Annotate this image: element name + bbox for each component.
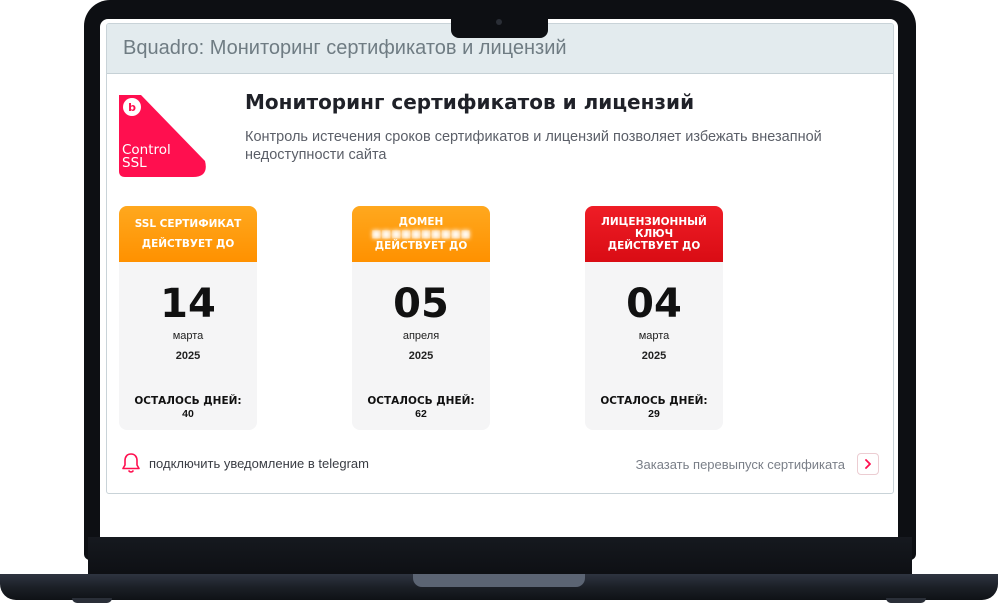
- reissue-certificate-link[interactable]: Заказать перевыпуск сертификата: [636, 453, 879, 475]
- days-left-count: 29: [648, 408, 660, 420]
- expiry-month: марта: [638, 330, 670, 342]
- card-header-subtitle: ДЕЙСТВУЕТ ДО: [374, 240, 468, 252]
- expiry-month: марта: [172, 330, 204, 342]
- card-header: SSL СЕРТИФИКАТ ДЕЙСТВУЕТ ДО: [119, 206, 257, 262]
- card-header-title: ЛИЦЕНЗИОННЫЙ: [601, 216, 707, 228]
- card-header: ДОМЕН ■■■■■■■■■■ ДЕЙСТВУЕТ ДО: [352, 206, 490, 262]
- expiry-day: 04: [626, 281, 682, 327]
- laptop-foot-left: [72, 598, 112, 603]
- expiry-year: 2025: [408, 350, 434, 362]
- days-left-count: 62: [415, 408, 427, 420]
- blurred-domain-name: ■■■■■■■■■■: [371, 228, 471, 240]
- laptop-base-notch: [413, 574, 585, 587]
- days-left-label: ОСТАЛОСЬ ДНЕЙ:: [367, 395, 475, 407]
- laptop-foot-right: [886, 598, 926, 603]
- days-left-count: 40: [182, 408, 194, 420]
- telegram-link-label[interactable]: подключить уведомление в telegram: [149, 456, 369, 471]
- camera-notch: [451, 14, 548, 38]
- domain-card: ДОМЕН ■■■■■■■■■■ ДЕЙСТВУЕТ ДО 05 апреля …: [352, 206, 490, 430]
- expiry-year: 2025: [175, 350, 201, 362]
- card-header-title-2: КЛЮЧ: [634, 228, 674, 240]
- camera-icon: [496, 19, 502, 25]
- logo-line-2: SSL: [122, 155, 147, 171]
- card-header-subtitle: ДЕЙСТВУЕТ ДО: [607, 240, 701, 252]
- license-key-card: ЛИЦЕНЗИОННЫЙ КЛЮЧ ДЕЙСТВУЕТ ДО 04 марта …: [585, 206, 723, 430]
- card-header-title: ДОМЕН: [398, 216, 444, 228]
- reissue-link-label[interactable]: Заказать перевыпуск сертификата: [636, 457, 845, 472]
- expiry-month: апреля: [402, 330, 440, 342]
- logo-badge: b: [128, 101, 136, 114]
- expiry-year: 2025: [641, 350, 667, 362]
- page-title: Мониторинг сертификатов и лицензий: [245, 90, 695, 114]
- card-header-title: SSL СЕРТИФИКАТ: [134, 218, 242, 230]
- card-header-subtitle: ДЕЙСТВУЕТ ДО: [141, 238, 235, 250]
- card-header: ЛИЦЕНЗИОННЫЙ КЛЮЧ ДЕЙСТВУЕТ ДО: [585, 206, 723, 262]
- expiry-day: 05: [393, 281, 449, 327]
- monitoring-widget: Bquadro: Мониторинг сертификатов и лицен…: [106, 23, 894, 494]
- ssl-certificate-card: SSL СЕРТИФИКАТ ДЕЙСТВУЕТ ДО 14 марта 202…: [119, 206, 257, 430]
- laptop-hinge: [88, 537, 912, 577]
- days-left-label: ОСТАЛОСЬ ДНЕЙ:: [134, 395, 242, 407]
- page-description: Контроль истечения сроков сертификатов и…: [245, 129, 822, 163]
- days-left-label: ОСТАЛОСЬ ДНЕЙ:: [600, 395, 708, 407]
- bell-icon: [122, 453, 140, 473]
- reissue-chevron-button[interactable]: [857, 453, 879, 475]
- chevron-right-icon: [865, 459, 871, 469]
- telegram-notification-link[interactable]: подключить уведомление в telegram: [121, 452, 369, 474]
- expiry-day: 14: [160, 281, 216, 327]
- logo-text: Control SSL: [122, 143, 171, 171]
- laptop-screen: Bquadro: Мониторинг сертификатов и лицен…: [100, 19, 898, 537]
